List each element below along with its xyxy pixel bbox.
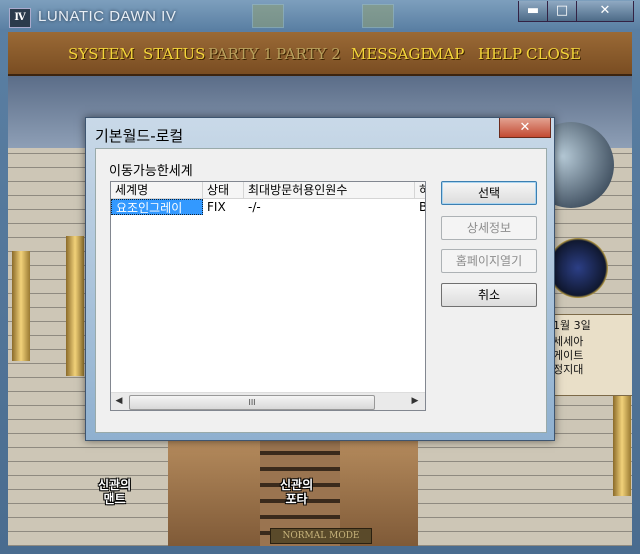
date-text: 1월 3일 [553, 319, 591, 332]
info-line3: 정지대 [553, 363, 584, 376]
menu-status[interactable]: STATUS [143, 45, 205, 63]
details-button[interactable]: 상세정보 [441, 216, 537, 240]
scroll-thumb[interactable]: III [129, 395, 375, 410]
select-button[interactable]: 선택 [441, 181, 537, 205]
gem-icon [548, 238, 608, 298]
world-status-cell: FIX [207, 200, 226, 214]
column-header-extra[interactable]: 허 [415, 182, 425, 198]
window-close-button[interactable]: ✕ [576, 1, 634, 22]
horizontal-scrollbar[interactable]: ◀ III ▶ [111, 392, 425, 410]
scroll-left-icon[interactable]: ◀ [111, 393, 127, 410]
maximize-button[interactable]: □ [547, 1, 577, 22]
menu-close[interactable]: CLOSE [526, 45, 581, 63]
place-label-1: 신관의 맨트 [98, 478, 132, 506]
game-menubar: SYSTEM STATUS PARTY 1 PARTY 2 MESSAGE MA… [8, 32, 632, 76]
window-title: LUNATIC DAWN IV [38, 8, 177, 25]
menu-message[interactable]: MESSAGE [351, 45, 431, 63]
info-panel: 1월 3일 세세아 게이트 정지대 [542, 314, 632, 396]
list-item[interactable]: 요조인그레이 FIX -/- B [111, 199, 425, 215]
dialog-client: 이동가능한세계 세계명 상태 최대방문허용인원수 허 요조인그레이 FIX -/… [95, 148, 547, 433]
menu-party1[interactable]: PARTY 1 [208, 45, 273, 63]
window-titlebar[interactable]: Ⅳ LUNATIC DAWN IV ▬ □ ✕ [0, 0, 640, 32]
world-extra-cell: B [415, 199, 425, 215]
place-label-2: 신관의 포타 [280, 478, 314, 506]
open-homepage-button[interactable]: 홈페이지열기 [441, 249, 537, 273]
world-list[interactable]: 세계명 상태 최대방문허용인원수 허 요조인그레이 FIX -/- B ◀ II… [110, 181, 426, 411]
dialog-title: 기본월드-로컬 [95, 127, 184, 145]
menu-help[interactable]: HELP [478, 45, 522, 63]
minimize-button[interactable]: ▬ [518, 1, 548, 22]
world-list-label: 이동가능한세계 [109, 164, 193, 179]
scroll-right-icon[interactable]: ▶ [407, 393, 423, 410]
pillar [66, 236, 84, 376]
dialog-close-button[interactable]: ✕ [499, 118, 551, 138]
column-header-name[interactable]: 세계명 [111, 182, 203, 198]
column-header-max[interactable]: 최대방문허용인원수 [244, 182, 415, 198]
pillar [12, 251, 30, 361]
menu-map[interactable]: MAP [428, 45, 464, 63]
menu-system[interactable]: SYSTEM [68, 45, 135, 63]
mode-indicator: NORMAL MODE [270, 528, 372, 544]
cancel-button[interactable]: 취소 [441, 283, 537, 307]
app-icon[interactable]: Ⅳ [9, 8, 31, 28]
list-header: 세계명 상태 최대방문허용인원수 허 [111, 182, 425, 199]
menu-party2[interactable]: PARTY 2 [276, 45, 341, 63]
world-select-dialog: 기본월드-로컬 ✕ 이동가능한세계 세계명 상태 최대방문허용인원수 허 요조인… [85, 117, 555, 441]
world-name-cell[interactable]: 요조인그레이 [111, 199, 203, 215]
column-header-status[interactable]: 상태 [203, 182, 244, 198]
world-max-cell: -/- [248, 200, 261, 214]
